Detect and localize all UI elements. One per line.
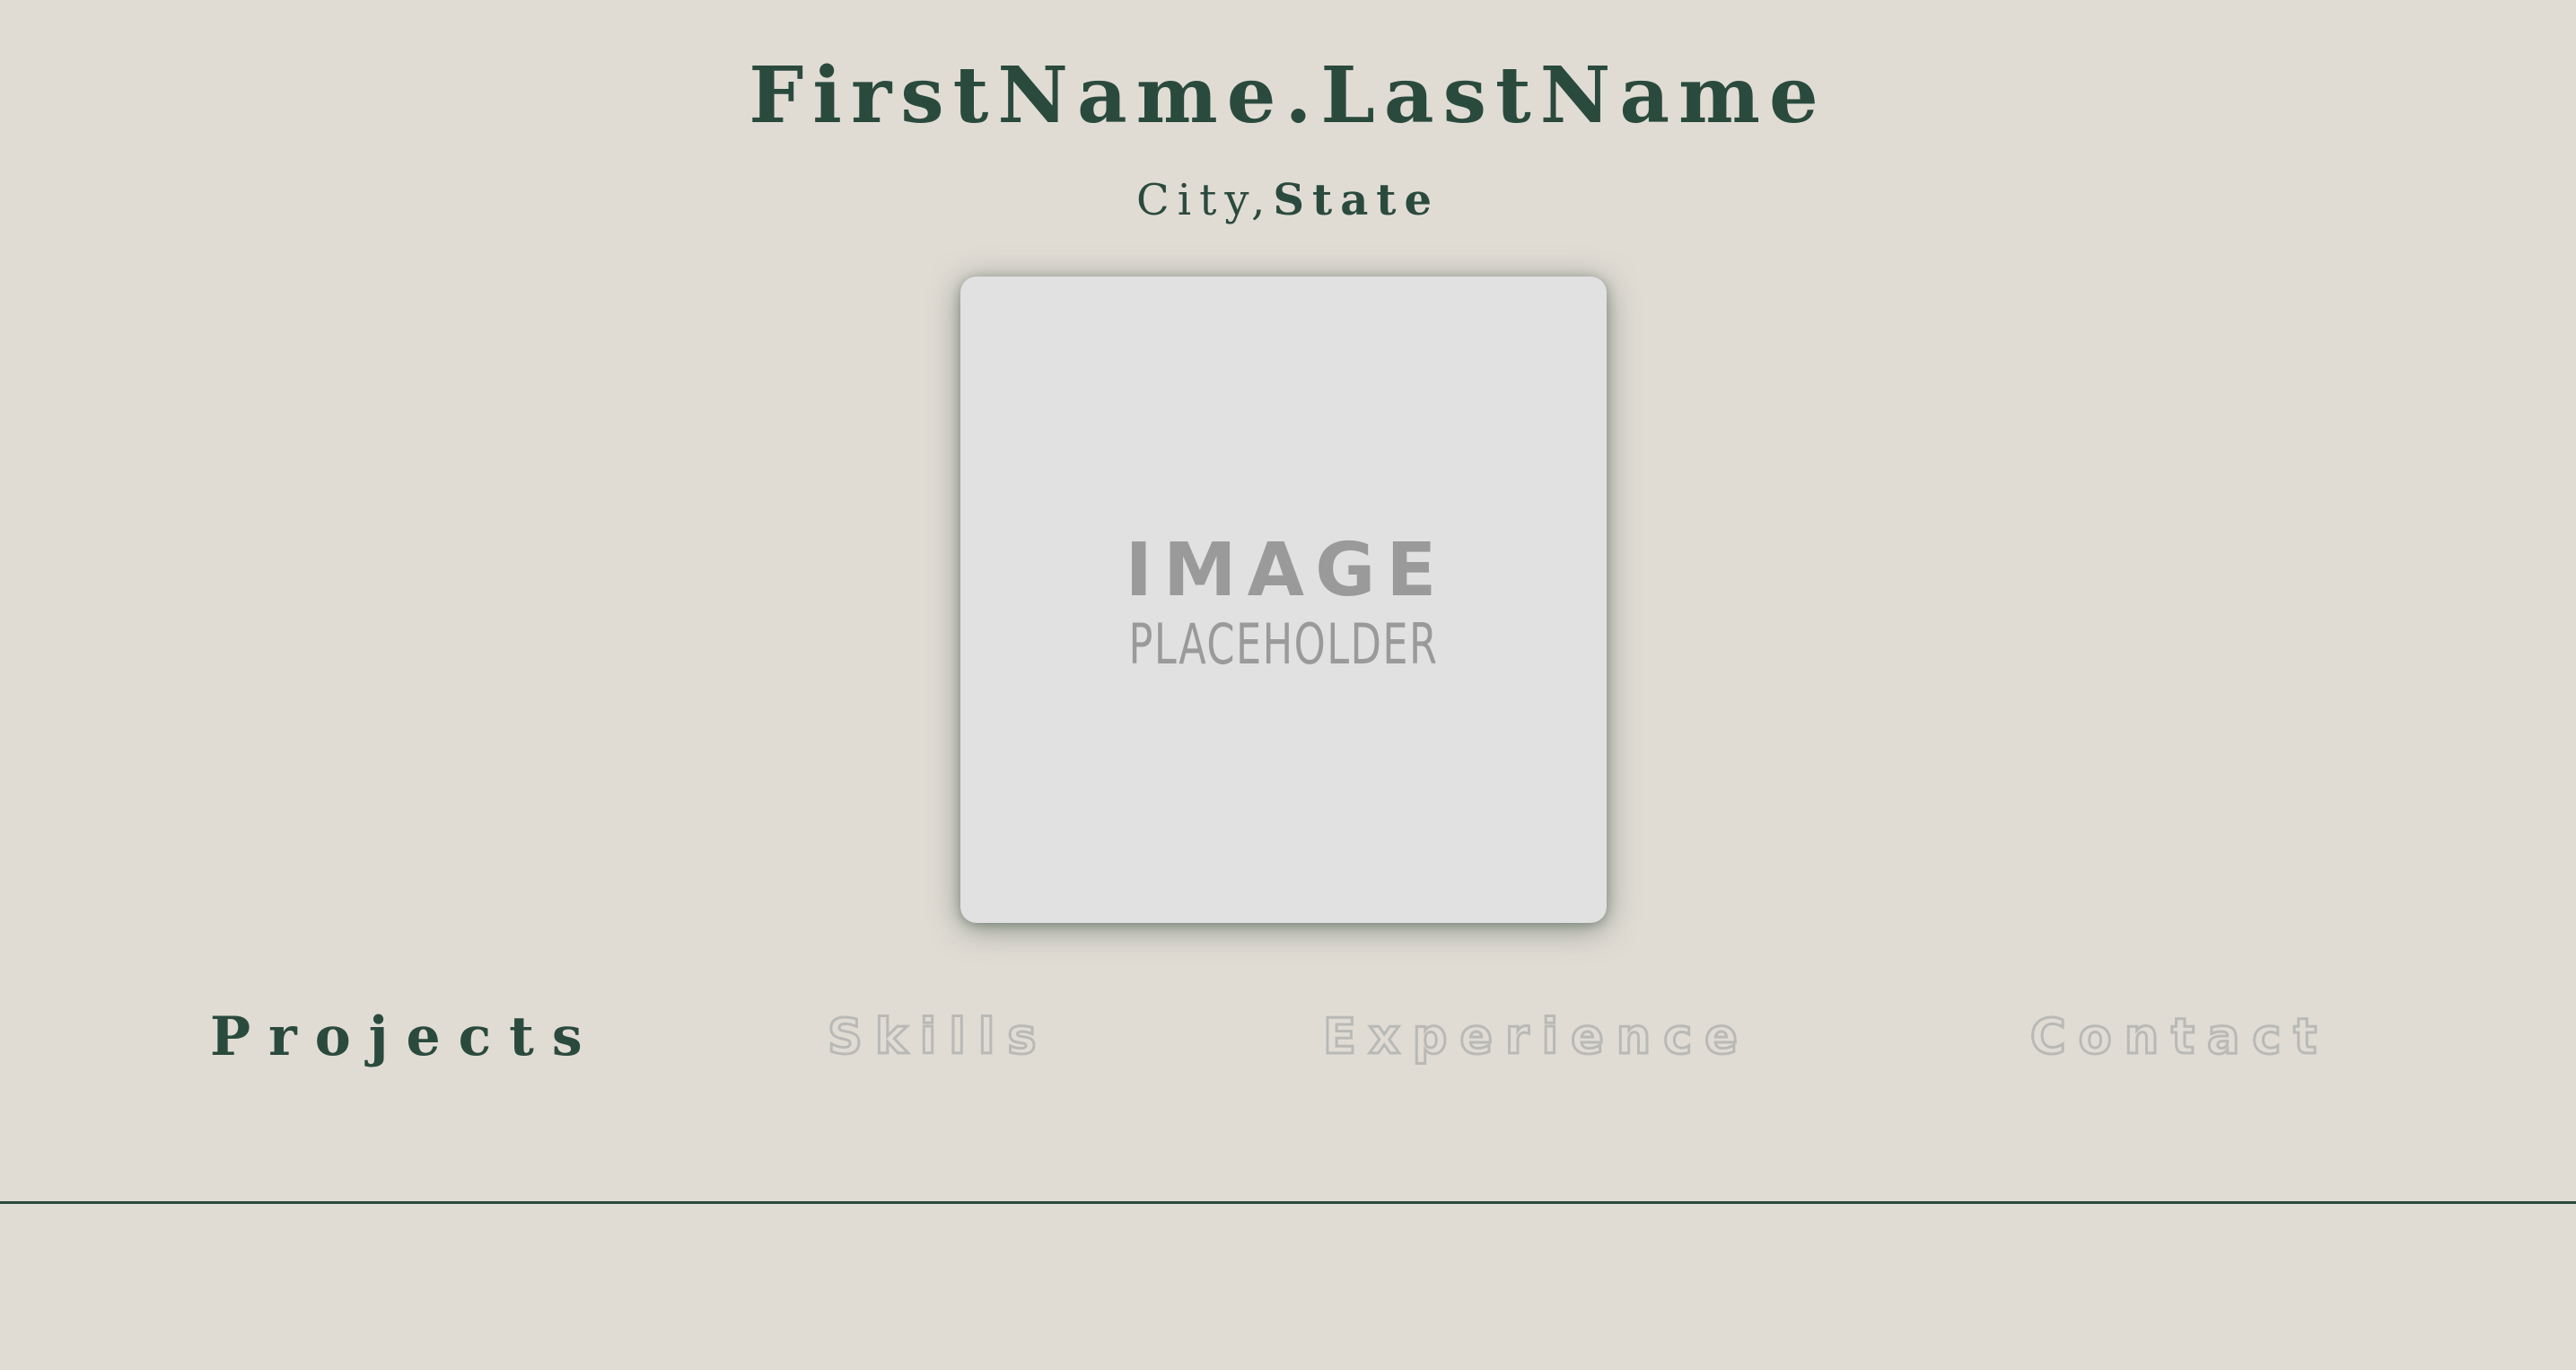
nav-tab-skills[interactable]: Skills	[826, 997, 1048, 1077]
page-title: FirstName.LastName	[749, 50, 1827, 141]
placeholder-label-placeholder: PLACEHOLDER	[1128, 611, 1439, 677]
profile-image-placeholder: IMAGE PLACEHOLDER	[960, 277, 1607, 923]
placeholder-label-image: IMAGE	[1125, 528, 1448, 613]
location-state: State	[1273, 175, 1441, 225]
nav-tab-projects[interactable]: Projects	[210, 997, 600, 1077]
nav-tab-contact[interactable]: Contact	[2028, 997, 2329, 1077]
section-divider	[0, 1201, 2576, 1204]
nav-tab-experience[interactable]: Experience	[1322, 997, 1750, 1077]
location-city: City,	[1135, 175, 1274, 225]
location-subtitle: City,State	[0, 169, 2576, 232]
